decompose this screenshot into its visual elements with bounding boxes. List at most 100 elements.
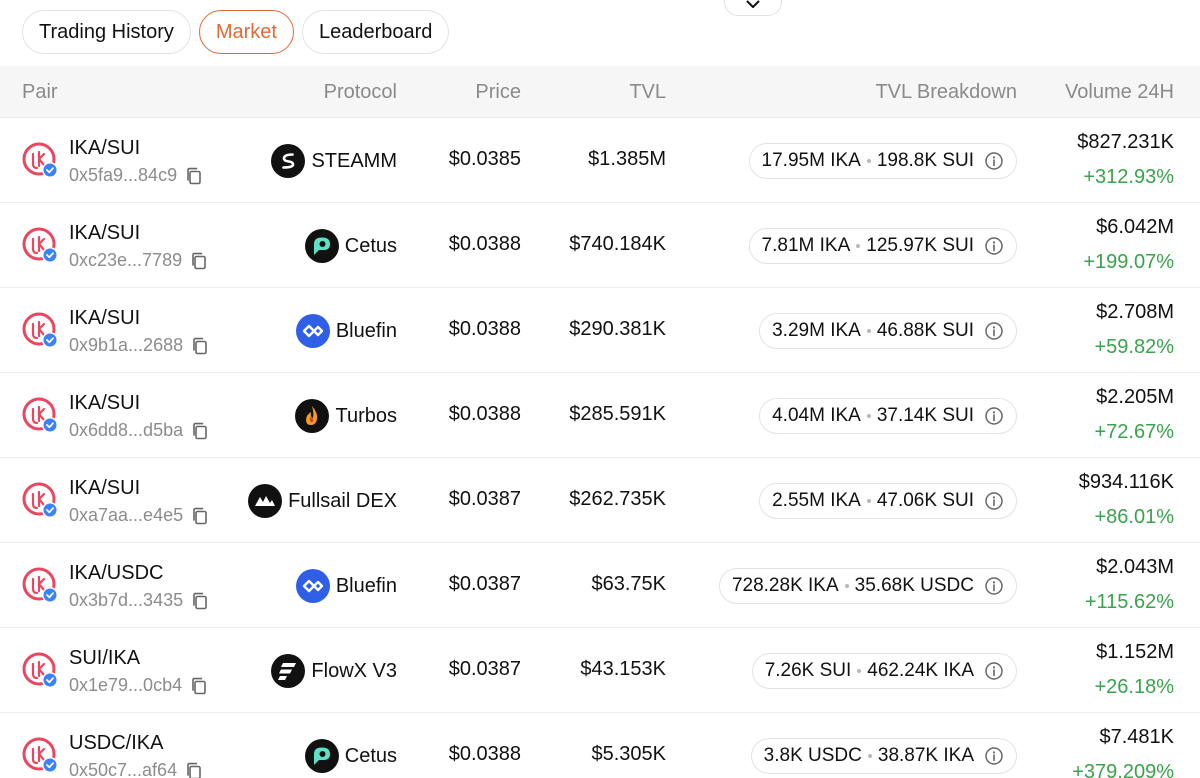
table-row[interactable]: SUI/IKA 0x1e79...0cb4 FlowX V3 $0.0387 $… xyxy=(0,628,1200,713)
token-a-amount: 3.29M IKA xyxy=(772,320,861,341)
protocol[interactable]: Bluefin xyxy=(295,314,397,348)
column-header-protocol[interactable]: Protocol xyxy=(324,66,397,118)
tvl-breakdown-pill: 3.8K USDC 38.87K IKA xyxy=(750,738,1017,774)
protocol-name: Fullsail DEX xyxy=(288,489,397,512)
pool-address-text: 0x5fa9...84c9 xyxy=(69,165,178,185)
info-icon[interactable] xyxy=(984,661,1004,681)
tvl: $5.305K xyxy=(591,743,666,765)
token-b-amount: 462.24K IKA xyxy=(867,660,974,681)
tab-market[interactable]: Market xyxy=(198,10,294,54)
price: $0.0385 xyxy=(448,148,521,170)
tvl: $740.184K xyxy=(569,233,666,255)
protocol[interactable]: STEAMM xyxy=(271,144,397,178)
tvl: $63.75K xyxy=(591,573,666,595)
tvl-breakdown-pill: 7.81M IKA 125.97K SUI xyxy=(748,228,1017,264)
protocol-name: Bluefin xyxy=(335,574,397,597)
copy-icon[interactable] xyxy=(190,677,208,695)
turbos-icon xyxy=(295,399,330,433)
table-row[interactable]: IKA/SUI 0x5fa9...84c9 STEAMM $0.0385 $1.… xyxy=(0,118,1200,203)
pool-address: 0x9b1a...2688 xyxy=(69,335,209,356)
separator-dot xyxy=(866,499,871,503)
info-icon[interactable] xyxy=(984,491,1004,511)
pair-token-icon xyxy=(22,312,58,348)
copy-icon[interactable] xyxy=(185,762,203,778)
table-row[interactable]: IKA/SUI 0xa7aa...e4e5 Fullsail DEX $0.03… xyxy=(0,458,1200,543)
price: $0.0388 xyxy=(448,743,521,765)
token-b-amount: 46.88K SUI xyxy=(876,320,974,341)
table-row[interactable]: IKA/SUI 0x9b1a...2688 Bluefin $0.0388 $2… xyxy=(0,288,1200,373)
copy-icon[interactable] xyxy=(191,592,209,610)
bluefin-icon xyxy=(295,314,330,348)
tab-leaderboard[interactable]: Leaderboard xyxy=(301,10,450,54)
table-row[interactable]: IKA/SUI 0xc23e...7789 Cetus $0.0388 $740… xyxy=(0,203,1200,288)
column-header-tvl-breakdown[interactable]: TVL Breakdown xyxy=(875,66,1017,118)
table-row[interactable]: IKA/USDC 0x3b7d...3435 Bluefin $0.0387 $… xyxy=(0,543,1200,628)
copy-icon[interactable] xyxy=(190,252,208,270)
protocol[interactable]: Cetus xyxy=(304,739,397,773)
flowx-icon xyxy=(271,654,306,688)
volume-change: +59.82% xyxy=(1094,336,1174,358)
separator-dot xyxy=(866,414,871,418)
copy-icon[interactable] xyxy=(191,337,209,355)
token-a-amount: 3.8K USDC xyxy=(763,745,862,766)
protocol[interactable]: FlowX V3 xyxy=(271,654,397,688)
protocol-name: Bluefin xyxy=(335,319,397,342)
column-header-pair[interactable]: Pair xyxy=(22,66,58,118)
pool-address-text: 0x9b1a...2688 xyxy=(69,335,184,355)
volume-24h: $1.152M xyxy=(1096,641,1174,663)
info-icon[interactable] xyxy=(984,746,1004,766)
chevron-down-icon xyxy=(746,0,760,8)
copy-icon[interactable] xyxy=(191,507,209,525)
pool-address: 0x1e79...0cb4 xyxy=(69,675,208,696)
steamm-icon xyxy=(271,144,306,178)
token-b-amount: 37.14K SUI xyxy=(876,405,974,426)
table-row[interactable]: IKA/SUI 0x6dd8...d5ba Turbos $0.0388 $28… xyxy=(0,373,1200,458)
token-a-amount: 7.81M IKA xyxy=(761,235,851,256)
token-b-amount: 198.8K SUI xyxy=(876,150,974,171)
separator-dot xyxy=(867,754,872,758)
pair-token-icon xyxy=(22,737,58,773)
token-b-amount: 125.97K SUI xyxy=(866,235,974,256)
pool-address: 0xc23e...7789 xyxy=(69,250,208,271)
pair-name: IKA/SUI xyxy=(69,222,141,244)
collapse-button[interactable] xyxy=(724,0,782,16)
price: $0.0388 xyxy=(448,403,521,425)
pair-name: IKA/SUI xyxy=(69,477,141,499)
table-row[interactable]: USDC/IKA 0x50c7...af64 Cetus $0.0388 $5.… xyxy=(0,713,1200,778)
separator-dot xyxy=(866,329,871,333)
info-icon[interactable] xyxy=(984,236,1004,256)
protocol[interactable]: Fullsail DEX xyxy=(248,484,397,518)
info-icon[interactable] xyxy=(984,151,1004,171)
protocol[interactable]: Turbos xyxy=(295,399,397,433)
protocol-name: FlowX V3 xyxy=(311,659,397,682)
tvl-breakdown-pill: 17.95M IKA 198.8K SUI xyxy=(748,143,1017,179)
protocol[interactable]: Cetus xyxy=(304,229,397,263)
pool-address: 0x6dd8...d5ba xyxy=(69,420,209,441)
pair-name: IKA/SUI xyxy=(69,392,141,414)
tvl-breakdown-pill: 3.29M IKA 46.88K SUI xyxy=(759,313,1017,349)
pool-address-text: 0x1e79...0cb4 xyxy=(69,675,183,695)
column-header-tvl[interactable]: TVL xyxy=(629,66,666,118)
token-a-amount: 17.95M IKA xyxy=(761,150,861,171)
tvl-breakdown-pill: 728.28K IKA 35.68K USDC xyxy=(718,568,1017,604)
tab-trading-history[interactable]: Trading History xyxy=(22,10,191,54)
volume-24h: $7.481K xyxy=(1099,726,1174,748)
copy-icon[interactable] xyxy=(185,167,203,185)
price: $0.0387 xyxy=(448,658,521,680)
tvl: $290.381K xyxy=(569,318,666,340)
column-header-volume-24h[interactable]: Volume 24H xyxy=(1065,66,1174,118)
copy-icon[interactable] xyxy=(191,422,209,440)
info-icon[interactable] xyxy=(984,576,1004,596)
volume-24h: $2.708M xyxy=(1096,301,1174,323)
column-header-price[interactable]: Price xyxy=(475,66,521,118)
protocol[interactable]: Bluefin xyxy=(295,569,397,603)
info-icon[interactable] xyxy=(984,406,1004,426)
info-icon[interactable] xyxy=(984,321,1004,341)
volume-24h: $2.205M xyxy=(1096,386,1174,408)
pair-token-icon xyxy=(22,652,58,688)
pair-name: SUI/IKA xyxy=(69,647,141,669)
pool-address-text: 0x3b7d...3435 xyxy=(69,590,184,610)
tvl-breakdown-pill: 2.55M IKA 47.06K SUI xyxy=(759,483,1017,519)
protocol-name: Cetus xyxy=(344,234,397,257)
volume-24h: $827.231K xyxy=(1077,131,1174,153)
